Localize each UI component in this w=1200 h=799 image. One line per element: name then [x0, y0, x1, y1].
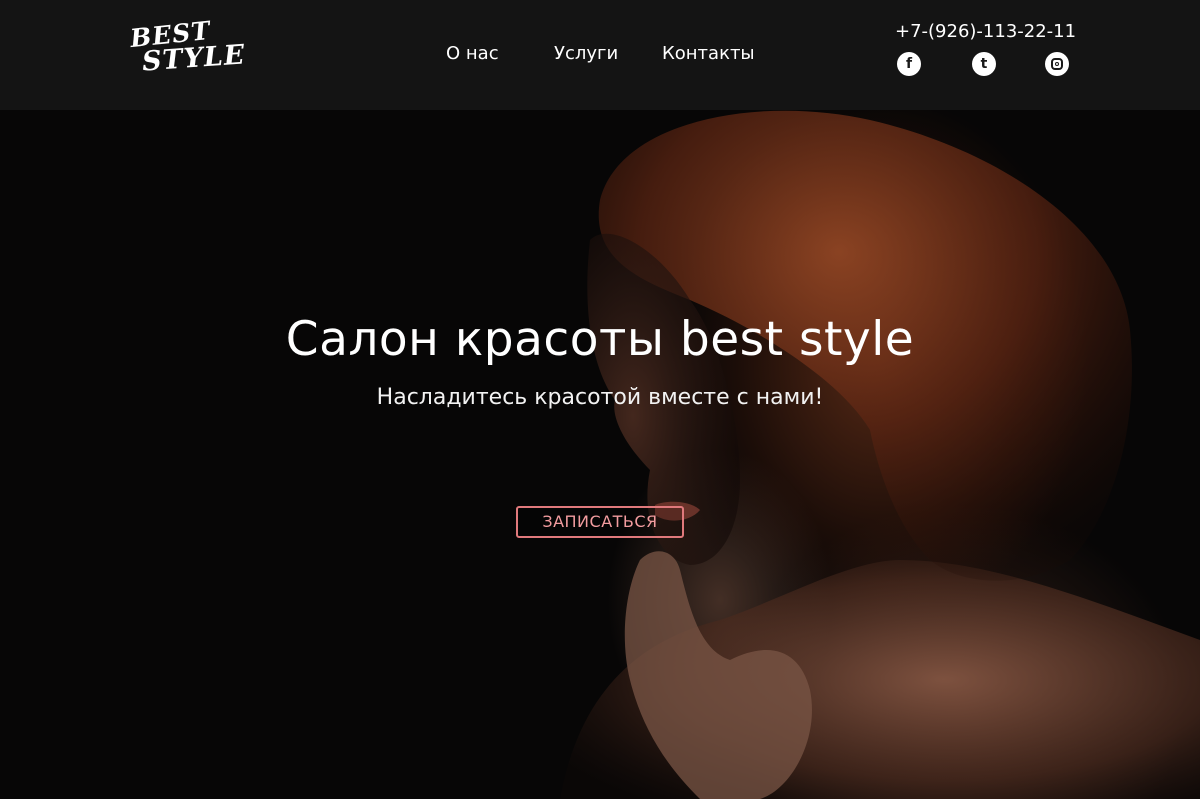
tumblr-icon[interactable]: t — [972, 52, 996, 76]
facebook-glyph: f — [905, 56, 913, 72]
instagram-glyph — [1051, 58, 1063, 70]
nav-item-about[interactable]: О нас — [446, 43, 499, 64]
nav-item-services[interactable]: Услуги — [554, 43, 618, 64]
phone-number[interactable]: +7-(926)-113-22-11 — [895, 21, 1076, 42]
hero-subtitle: Насладитесь красотой вместе с нами! — [376, 385, 824, 410]
tumblr-glyph: t — [980, 56, 988, 72]
nav-item-contacts[interactable]: Контакты — [662, 43, 755, 64]
main-nav: О нас Услуги Контакты — [0, 43, 1200, 67]
site-header: BEST STYLE О нас Услуги Контакты +7-(926… — [0, 0, 1200, 110]
book-appointment-button[interactable]: ЗАПИСАТЬСЯ — [516, 506, 684, 538]
facebook-icon[interactable]: f — [897, 52, 921, 76]
hero-title: Салон красоты best style — [285, 312, 915, 367]
instagram-icon[interactable] — [1045, 52, 1069, 76]
